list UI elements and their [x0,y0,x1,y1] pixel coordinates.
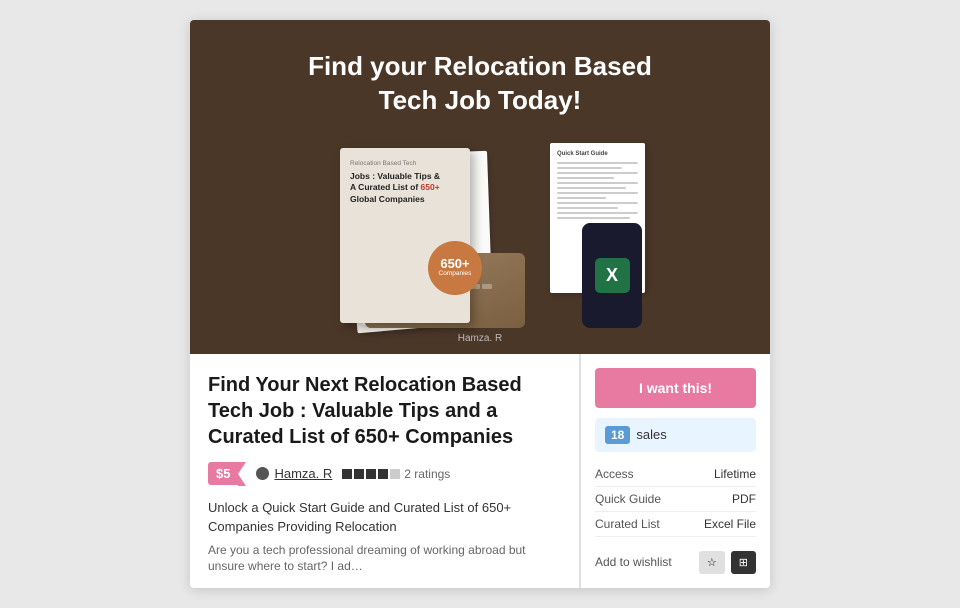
wishlist-row: Add to wishlist ☆ ⊞ [595,551,756,574]
rating-count: 2 ratings [404,467,450,481]
quick-guide-label: Quick Guide [595,486,685,511]
rating-stars [342,469,400,479]
product-description-preview: Are you a tech professional dreaming of … [208,542,561,576]
curated-list-label: Curated List [595,511,685,536]
right-sidebar: I want this! 18 sales Access Lifetime Qu… [580,354,770,588]
quick-guide-value: PDF [685,486,756,511]
info-table: Access Lifetime Quick Guide PDF Curated … [595,462,756,537]
hero-title: Find your Relocation Based Tech Job Toda… [308,50,652,118]
rating-section: 2 ratings [342,467,450,481]
price-tag-arrow [238,462,246,486]
access-row: Access Lifetime [595,462,756,487]
star-4 [378,469,388,479]
sales-label: sales [636,427,666,442]
book-cover: Relocation Based Tech Jobs : Valuable Ti… [340,148,470,323]
wishlist-label: Add to wishlist [595,555,693,569]
sales-badge: 18 sales [595,418,756,452]
sales-count: 18 [605,426,630,444]
price-tag: $5 [208,462,238,485]
curated-list-value: Excel File [685,511,756,536]
cta-button[interactable]: I want this! [595,368,756,408]
excel-icon: X [595,258,630,293]
wishlist-button-light[interactable]: ☆ [699,551,725,574]
access-value: Lifetime [685,462,756,487]
curated-list-row: Curated List Excel File [595,511,756,536]
hero-author: Hamza. R [458,333,502,344]
phone-device: X [582,223,642,328]
quick-guide-row: Quick Guide PDF [595,486,756,511]
author-link[interactable]: Hamza. R [274,466,332,481]
badge-650: 650+ Companies [428,241,482,295]
star-1 [342,469,352,479]
author-avatar [256,467,269,480]
product-description: Unlock a Quick Start Guide and Curated L… [208,498,561,537]
star-5 [390,469,400,479]
star-2 [354,469,364,479]
author-info: Hamza. R [256,466,332,481]
wishlist-button-dark[interactable]: ⊞ [731,551,756,574]
hero-section: Find your Relocation Based Tech Job Toda… [190,20,770,354]
meta-row: $5 Hamza. R [208,462,561,486]
access-label: Access [595,462,685,487]
main-content: Find Your Next Relocation Based Tech Job… [190,354,580,588]
product-title: Find Your Next Relocation Based Tech Job… [208,372,561,450]
star-3 [366,469,376,479]
